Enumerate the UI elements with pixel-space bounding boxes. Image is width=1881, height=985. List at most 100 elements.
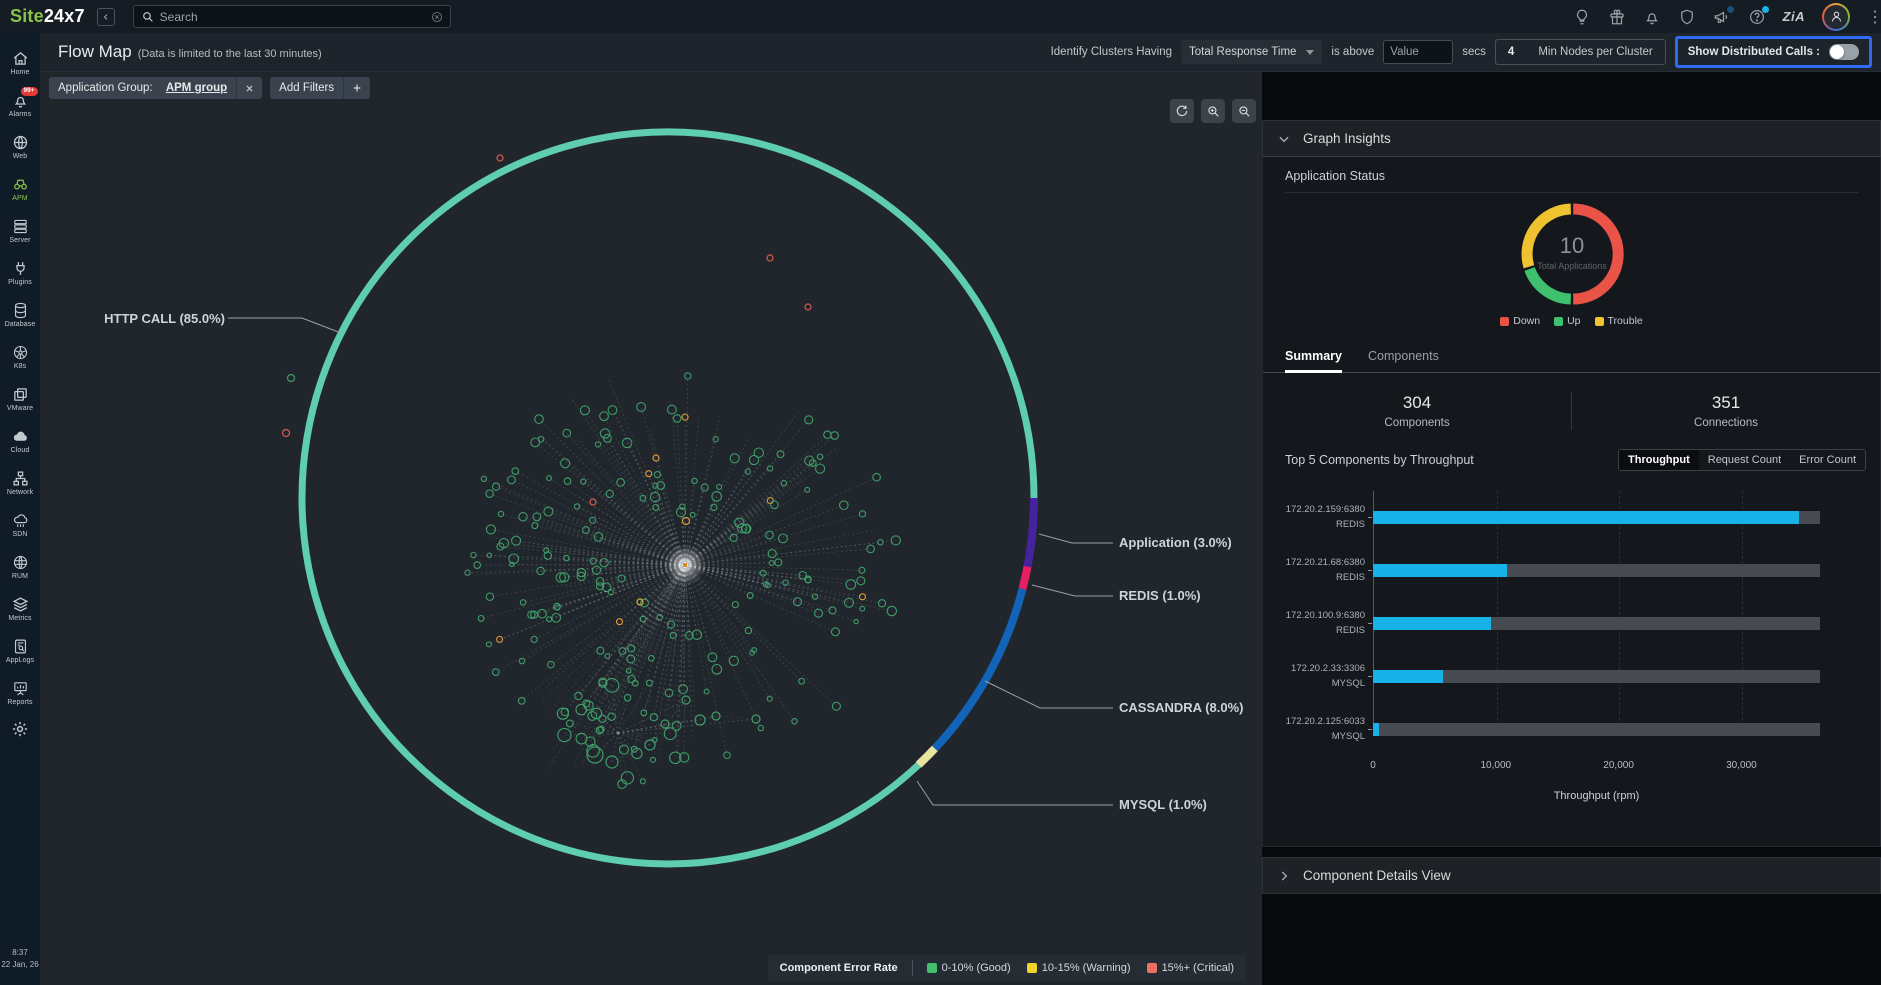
page-subtitle: (Data is limited to the last 30 minutes) [138, 48, 322, 60]
graph-insights-header[interactable]: Graph Insights [1262, 120, 1881, 157]
whats-new-icon[interactable] [1608, 8, 1626, 26]
site24x7-logo[interactable]: Site24x7 [10, 6, 85, 27]
throughput-bar-row[interactable]: 172.20.21.68:6380REDIS [1277, 544, 1820, 597]
tab-summary[interactable]: Summary [1285, 349, 1342, 372]
status-legend: DownUpTrouble [1500, 315, 1643, 327]
show-distributed-calls-control: Show Distributed Calls : [1675, 36, 1872, 68]
person-icon [1829, 9, 1844, 24]
sidebar-item-sdn[interactable]: SDN [0, 504, 40, 546]
min-nodes-label: Min Nodes per Cluster [1538, 46, 1652, 58]
sidebar-collapse-button[interactable] [97, 8, 115, 26]
sidebar-item-metrics[interactable]: Metrics [0, 588, 40, 630]
add-filters-chip[interactable]: Add Filters [270, 77, 370, 99]
globe-icon [12, 134, 29, 151]
map-controls [1170, 99, 1256, 123]
user-avatar[interactable] [1822, 3, 1850, 31]
notifications-icon[interactable] [1643, 8, 1661, 26]
connections-stat: 351 Connections [1572, 393, 1880, 429]
component-details-header[interactable]: Component Details View [1262, 857, 1881, 894]
min-nodes-value[interactable]: 4 [1508, 46, 1514, 58]
sidebar-item-apm[interactable]: APM [0, 168, 40, 210]
sidebar-item-web[interactable]: Web [0, 126, 40, 168]
announcements-icon[interactable] [1713, 8, 1731, 26]
distributed-calls-label: Show Distributed Calls : [1688, 46, 1820, 58]
top-right-icons: ZiA ⋮ [1573, 3, 1875, 31]
throughput-button[interactable]: Throughput [1619, 450, 1699, 470]
k8s-icon [12, 344, 29, 361]
throughput-bar-row[interactable]: 172.20.2.159:6380REDIS [1277, 491, 1820, 544]
apm-group-link[interactable]: APM group [166, 82, 227, 94]
zoom-out-button[interactable] [1232, 99, 1256, 123]
binoculars-icon [12, 176, 29, 193]
throughput-bar-row[interactable]: 172.20.100.9:6380REDIS [1277, 597, 1820, 650]
x-tick-label: 20,000 [1603, 760, 1634, 771]
legend-item: 10-15% (Warning) [1027, 962, 1131, 974]
security-icon[interactable] [1678, 8, 1696, 26]
zoom-in-icon [1206, 104, 1220, 118]
status-donut[interactable]: 10Total Applications [1497, 199, 1647, 313]
zoom-in-button[interactable] [1201, 99, 1225, 123]
zoom-out-icon [1237, 104, 1251, 118]
error-count-button[interactable]: Error Count [1790, 450, 1865, 470]
metric-dropdown[interactable]: Total Response Time [1181, 40, 1322, 64]
sdn-icon [12, 512, 29, 529]
flow-map-canvas[interactable]: HTTP CALL (85.0%)Application (3.0%)REDIS… [40, 72, 1262, 985]
is-above-label: is above [1331, 46, 1374, 58]
throughput-bar-row[interactable]: 172.20.2.125:6033MYSQL [1277, 703, 1820, 756]
application-status-title: Application Status [1263, 169, 1880, 183]
component-label: 172.20.21.68:6380REDIS [1277, 556, 1365, 585]
top5-header: Top 5 Components by Throughput Throughpu… [1263, 449, 1880, 471]
legend-title: Component Error Rate [780, 962, 898, 974]
sidebar-item-server[interactable]: Server [0, 210, 40, 252]
add-filter-button[interactable] [343, 77, 370, 99]
svg-text:Total Applications: Total Applications [1537, 261, 1607, 271]
bell-icon: 99+ [12, 92, 29, 109]
sidebar-item-rum[interactable]: RUM [0, 546, 40, 588]
distributed-calls-toggle[interactable] [1829, 44, 1859, 60]
global-search[interactable] [133, 5, 451, 28]
sidebar-item-plugins[interactable]: Plugins [0, 252, 40, 294]
min-nodes-group[interactable]: 4 Min Nodes per Cluster [1495, 39, 1666, 65]
applogs-icon [12, 638, 29, 655]
application-group-chip[interactable]: Application Group: APM group [49, 77, 262, 99]
sidebar-item-vmware[interactable]: VMware [0, 378, 40, 420]
sidebar-item-applogs[interactable]: AppLogs [0, 630, 40, 672]
network-icon [12, 470, 29, 487]
graph-insights-body: Application Status 10Total Applications … [1262, 157, 1881, 847]
sidebar-item-cloud[interactable]: Cloud [0, 420, 40, 462]
throughput-bar-row[interactable]: 172.20.2.33:3306MYSQL [1277, 650, 1820, 703]
tab-components[interactable]: Components [1368, 349, 1439, 372]
legend-item: 0-10% (Good) [927, 962, 1011, 974]
refresh-button[interactable] [1170, 99, 1194, 123]
remove-filter-button[interactable] [236, 77, 262, 99]
sidebar-item-database[interactable]: Database [0, 294, 40, 336]
sidebar-item-reports[interactable]: Reports [0, 672, 40, 714]
tips-icon[interactable] [1573, 8, 1591, 26]
left-sidebar: Home99+AlarmsWebAPMServerPluginsDatabase… [0, 33, 40, 985]
settings-gear-icon[interactable] [11, 720, 29, 738]
service-node-graph[interactable] [283, 155, 901, 788]
zia-logo[interactable]: ZiA [1783, 9, 1805, 24]
sidebar-item-network[interactable]: Network [0, 462, 40, 504]
x-axis-title: Throughput (rpm) [1373, 790, 1820, 802]
chevron-down-icon [1277, 132, 1291, 146]
more-menu-icon[interactable]: ⋮ [1867, 7, 1881, 27]
throughput-bar-chart: 172.20.2.159:6380REDIS 172.20.21.68:6380R… [1277, 491, 1820, 776]
server-icon [12, 218, 29, 235]
svg-text:REDIS (1.0%): REDIS (1.0%) [1119, 588, 1201, 603]
threshold-value-input[interactable] [1383, 40, 1453, 64]
x-tick-label: 30,000 [1726, 760, 1757, 771]
request-count-button[interactable]: Request Count [1699, 450, 1790, 470]
component-label: 172.20.2.33:3306MYSQL [1277, 662, 1365, 691]
sidebar-item-home[interactable]: Home [0, 42, 40, 84]
help-icon[interactable] [1748, 8, 1766, 26]
alarm-count-badge: 99+ [21, 87, 38, 96]
clear-search-icon[interactable] [431, 11, 443, 23]
collapse-icon [100, 11, 112, 23]
x-tick-label: 0 [1370, 760, 1376, 771]
sidebar-item-alarms[interactable]: 99+Alarms [0, 84, 40, 126]
site24x7-flow-map-screen: Site24x7 ZiA ⋮ Home99+AlarmsWebAPMServer… [0, 0, 1881, 985]
search-input[interactable] [160, 10, 425, 24]
secs-label: secs [1462, 46, 1486, 58]
sidebar-item-k8s[interactable]: K8s [0, 336, 40, 378]
